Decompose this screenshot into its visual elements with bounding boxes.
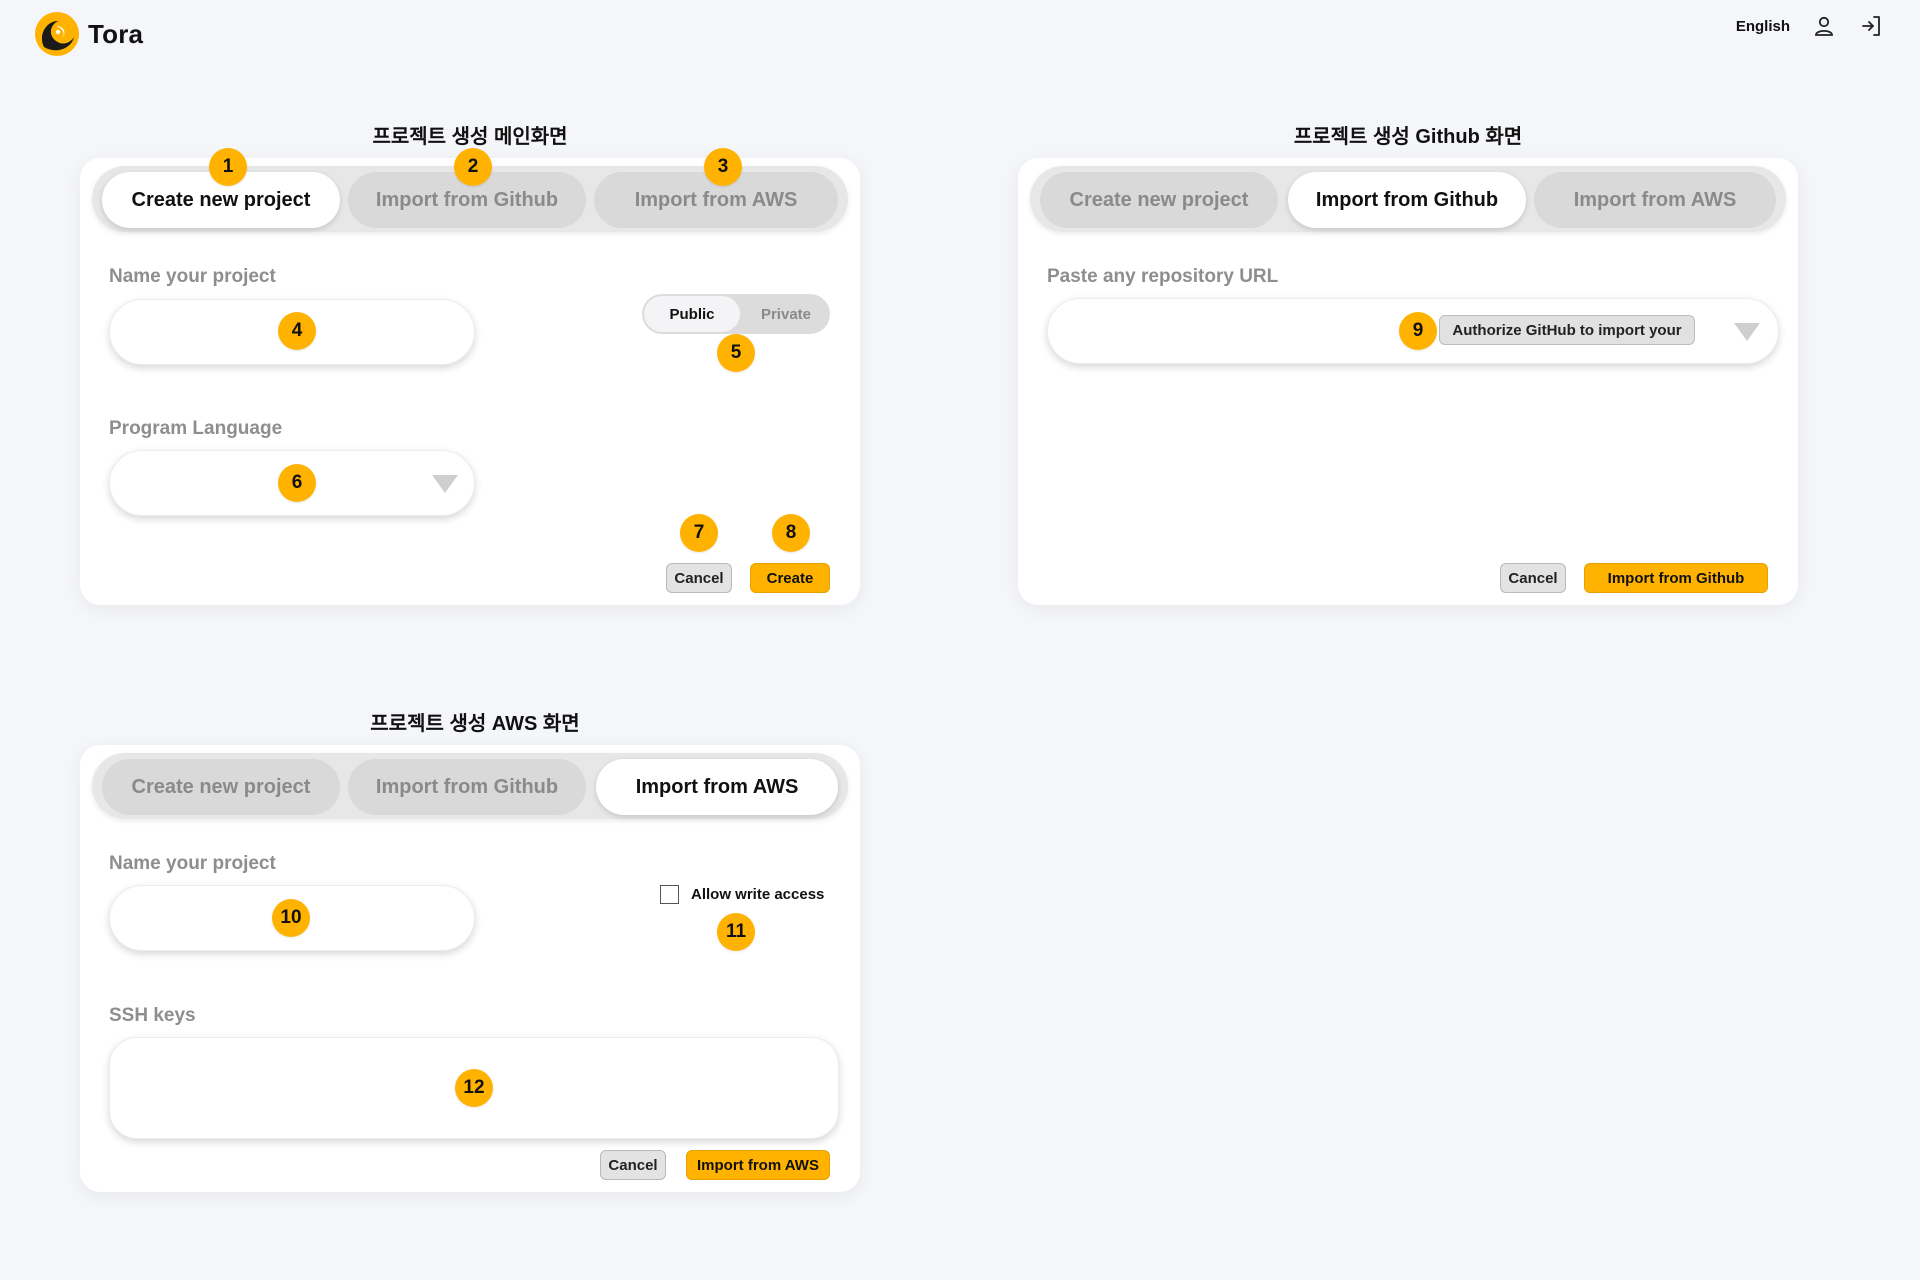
login-icon[interactable] <box>1858 12 1886 40</box>
language-selector[interactable]: English <box>1736 18 1790 35</box>
import-from-github-button[interactable]: Import from Github <box>1584 563 1768 593</box>
tab-import-aws[interactable]: Import from AWS <box>1534 172 1776 228</box>
user-icon[interactable] <box>1810 12 1838 40</box>
marker-4: 4 <box>278 312 316 350</box>
marker-12: 12 <box>455 1069 493 1107</box>
visibility-toggle[interactable]: Public Private <box>642 294 830 334</box>
cancel-button[interactable]: Cancel <box>1500 563 1566 593</box>
marker-5: 5 <box>717 334 755 372</box>
tab-create-new-project[interactable]: Create new project <box>1040 172 1278 228</box>
marker-6: 6 <box>278 464 316 502</box>
section-title-aws: 프로젝트 생성 AWS 화면 <box>370 713 580 735</box>
marker-7: 7 <box>680 514 718 552</box>
brand-logo[interactable]: Tora <box>34 11 143 57</box>
marker-9: 9 <box>1399 312 1437 350</box>
tab-bar: Create new project Import from Github Im… <box>1030 166 1786 232</box>
visibility-private[interactable]: Private <box>738 296 834 332</box>
create-project-card: Create new project Import from Github Im… <box>80 148 860 605</box>
language-label: Program Language <box>109 418 283 439</box>
tab-create-new-project[interactable]: Create new project <box>102 759 340 815</box>
tab-import-aws[interactable]: Import from AWS <box>596 759 838 815</box>
allow-write-checkbox[interactable] <box>660 885 679 904</box>
cancel-button[interactable]: Cancel <box>600 1150 666 1180</box>
visibility-public[interactable]: Public <box>644 296 740 332</box>
top-bar: Tora English <box>0 0 1920 70</box>
allow-write-label: Allow write access <box>691 886 825 903</box>
tab-import-github[interactable]: Import from Github <box>348 759 586 815</box>
ssh-keys-label: SSH keys <box>109 1005 196 1026</box>
repo-url-label: Paste any repository URL <box>1047 266 1279 287</box>
marker-3: 3 <box>704 148 742 186</box>
marker-1: 1 <box>209 148 247 186</box>
chevron-down-icon <box>432 475 458 493</box>
name-label: Name your project <box>109 266 276 287</box>
section-title-main: 프로젝트 생성 메인화면 <box>372 126 568 148</box>
authorize-github-button[interactable]: Authorize GitHub to import your <box>1439 315 1695 345</box>
marker-8: 8 <box>772 514 810 552</box>
cancel-button[interactable]: Cancel <box>666 563 732 593</box>
create-button[interactable]: Create <box>750 563 830 593</box>
tab-bar: Create new project Import from Github Im… <box>92 753 848 819</box>
tab-import-github[interactable]: Import from Github <box>1288 172 1526 228</box>
marker-10: 10 <box>272 899 310 937</box>
marker-11: 11 <box>717 913 755 951</box>
github-import-card: Create new project Import from Github Im… <box>1018 158 1798 605</box>
app-name: Tora <box>88 18 144 49</box>
chevron-down-icon <box>1734 323 1760 341</box>
tora-logo-icon <box>35 12 79 56</box>
aws-import-card: Create new project Import from Github Im… <box>80 745 860 1192</box>
name-label: Name your project <box>109 853 276 874</box>
section-title-github: 프로젝트 생성 Github 화면 <box>1293 126 1523 148</box>
marker-2: 2 <box>454 148 492 186</box>
import-from-aws-button[interactable]: Import from AWS <box>686 1150 830 1180</box>
